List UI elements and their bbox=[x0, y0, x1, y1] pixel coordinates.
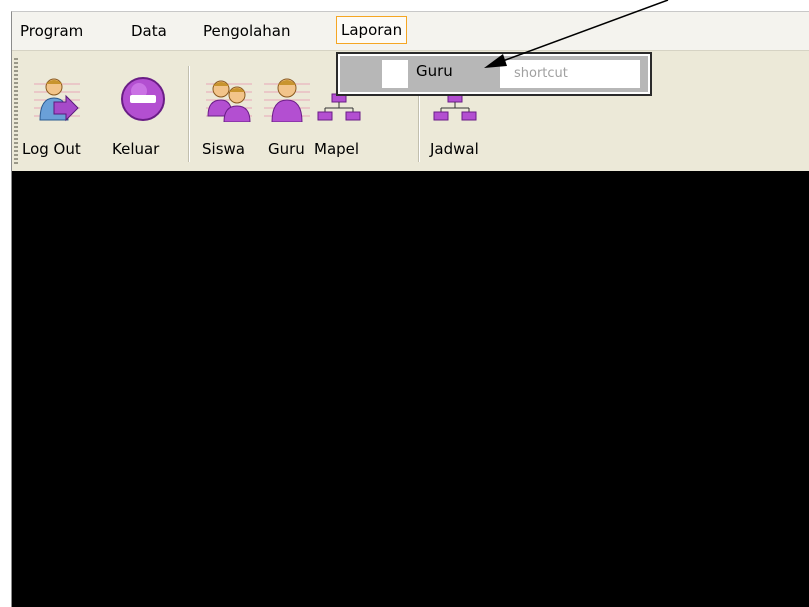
logout-button[interactable]: Log Out bbox=[20, 62, 108, 162]
siswa-label: Siswa bbox=[202, 140, 245, 158]
toolbar-grip[interactable] bbox=[14, 58, 18, 166]
guru-label: Guru bbox=[268, 140, 305, 158]
exit-no-entry-icon bbox=[121, 77, 165, 121]
jadwal-label: Jadwal bbox=[430, 140, 479, 158]
menu-program[interactable]: Program bbox=[16, 18, 87, 44]
menu-laporan[interactable]: Laporan bbox=[336, 16, 408, 44]
menu-item-shortcut: shortcut bbox=[500, 60, 640, 88]
menu-item-guru[interactable]: Guru shortcut bbox=[340, 56, 648, 92]
keluar-button[interactable]: Keluar bbox=[108, 62, 178, 162]
siswa-button[interactable]: Siswa bbox=[198, 62, 260, 162]
logout-label: Log Out bbox=[22, 140, 81, 158]
desktop-workspace bbox=[12, 171, 809, 607]
menu-pengolahan[interactable]: Pengolahan bbox=[199, 18, 295, 44]
students-icon bbox=[206, 80, 252, 122]
guru-button[interactable]: Guru bbox=[260, 62, 312, 162]
teacher-icon bbox=[264, 78, 310, 122]
menu-item-checkbox bbox=[382, 60, 408, 88]
toolbar-separator bbox=[188, 66, 190, 162]
keluar-label: Keluar bbox=[112, 140, 160, 158]
menu-data[interactable]: Data bbox=[127, 18, 171, 44]
menu-bar: Program Data Pengolahan Laporan bbox=[12, 12, 809, 51]
app-window: Program Data Pengolahan Laporan Log Out bbox=[11, 11, 809, 607]
menu-item-guru-label: Guru bbox=[416, 62, 453, 80]
mapel-label: Mapel bbox=[314, 140, 360, 158]
logout-user-icon bbox=[34, 78, 80, 122]
laporan-dropdown-menu: Guru shortcut bbox=[336, 52, 652, 96]
